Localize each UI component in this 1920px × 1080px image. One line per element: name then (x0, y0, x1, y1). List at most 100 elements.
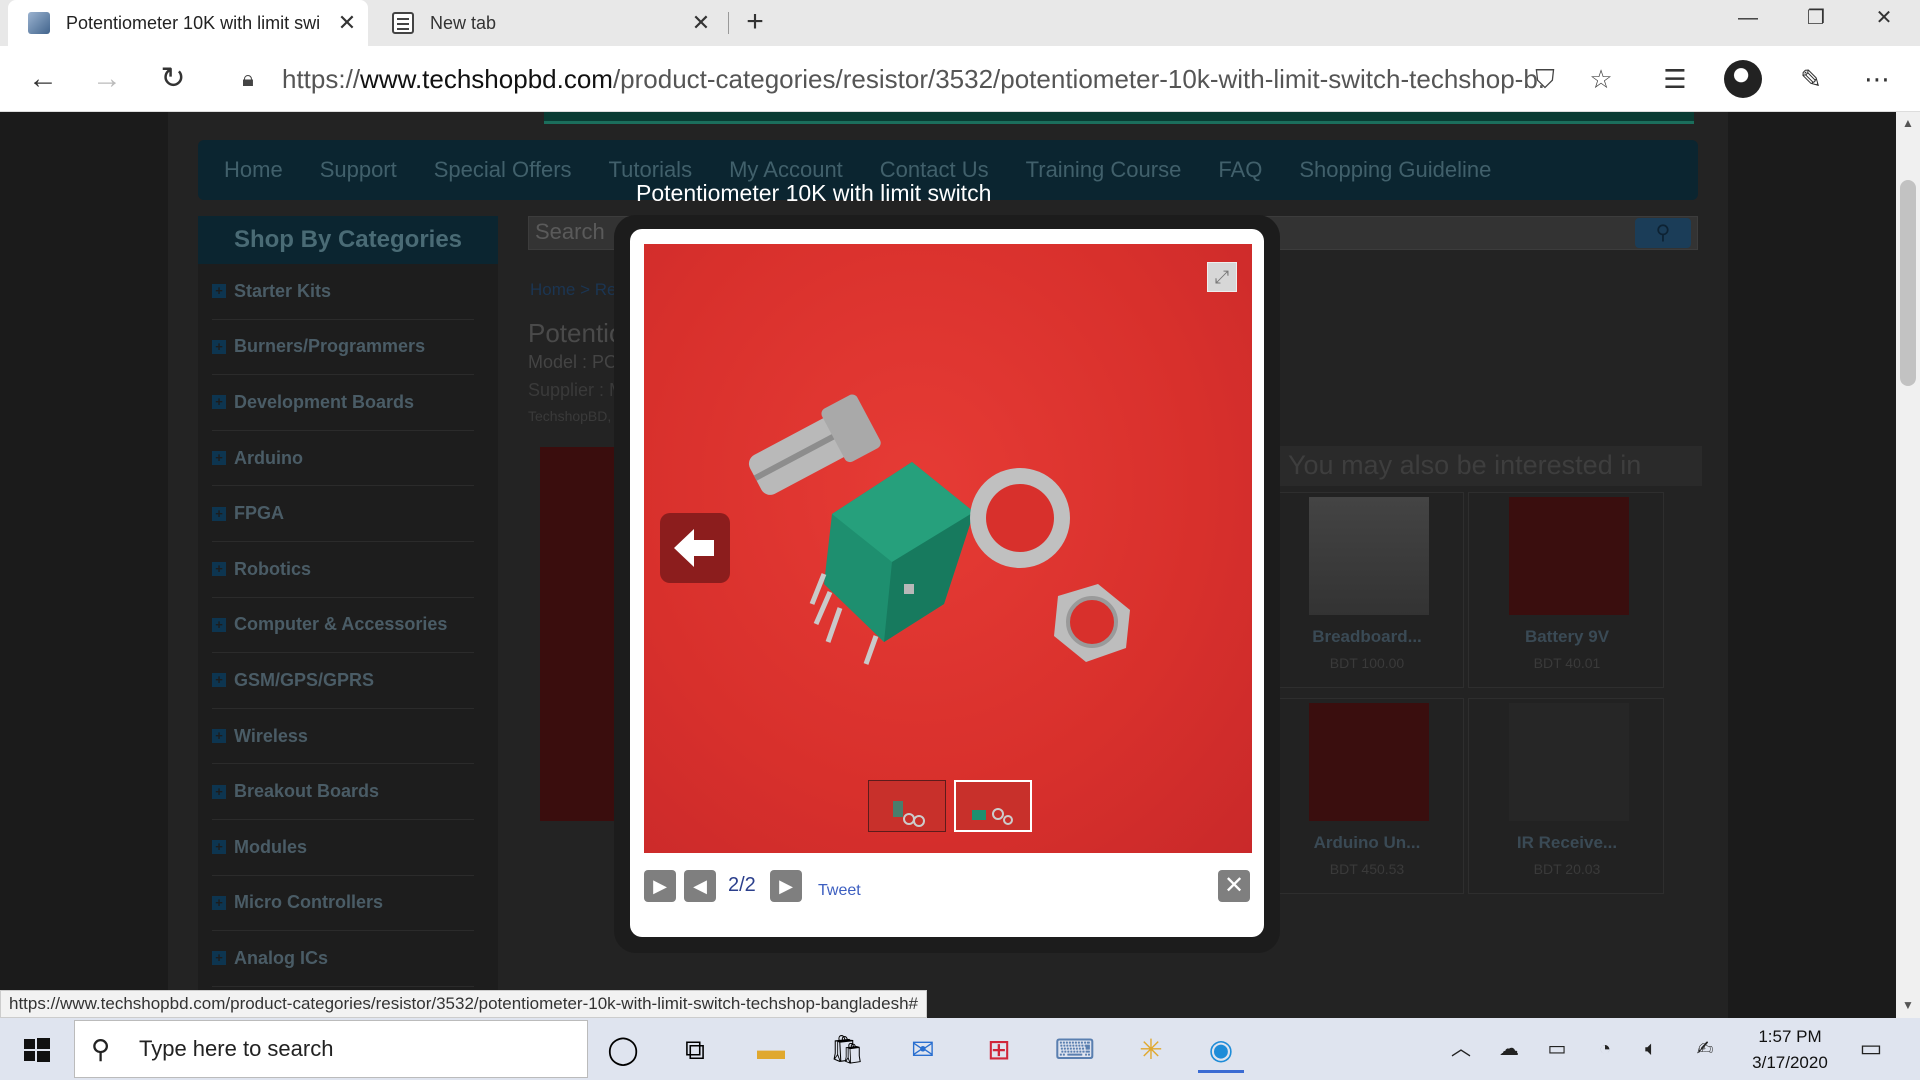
related-product-price: BDT 450.53 (1329, 861, 1405, 877)
related-product-card[interactable]: Breadboard... BDT 100.00 (1268, 492, 1464, 688)
file-explorer-icon[interactable]: ▬ (748, 1027, 794, 1073)
pot-tab (904, 584, 914, 594)
refresh-icon[interactable]: ↻ (150, 56, 196, 102)
new-tab-plus-icon[interactable]: + (738, 6, 772, 40)
tab-new-tab[interactable]: New tab ✕ (372, 0, 722, 46)
favorites-list-icon[interactable]: ☰ (1654, 58, 1696, 100)
category-item[interactable]: + Micro Controllers (212, 876, 474, 932)
window-close-icon[interactable]: ✕ (1854, 0, 1914, 36)
nav-faq[interactable]: FAQ (1218, 157, 1262, 183)
tab-title: Potentiometer 10K with limit swi (66, 12, 321, 33)
close-tab-icon[interactable]: ✕ (686, 10, 716, 36)
category-item[interactable]: + Starter Kits (212, 264, 474, 320)
notifications-icon[interactable]: ▭ (1856, 1034, 1886, 1064)
play-icon[interactable]: ▶ (644, 870, 676, 902)
pen-icon[interactable]: ✍ (1690, 1034, 1720, 1064)
lightbox-image[interactable] (644, 244, 1252, 853)
volume-icon[interactable]: 🔈︎ (1636, 1034, 1666, 1064)
thumbnail-2[interactable] (954, 780, 1032, 832)
taskbar-clock[interactable]: 1:57 PM 3/17/2020 (1740, 1024, 1840, 1076)
more-menu-icon[interactable]: ⋯ (1856, 58, 1898, 100)
related-product-card[interactable]: Battery 9V BDT 40.01 (1468, 492, 1664, 688)
breadcrumb[interactable]: Home > Res (530, 280, 625, 300)
address-bar[interactable]: 🔒︎ https://www.techshopbd.com/product-ca… (218, 55, 1632, 103)
taskbar-search-box[interactable]: ⚲ Type here to search (74, 1020, 588, 1078)
windows-start-icon[interactable] (14, 1032, 60, 1068)
task-view-icon[interactable]: ⧉ (672, 1027, 718, 1073)
category-item[interactable]: + Development Boards (212, 375, 474, 431)
image-counter: 2/2 (728, 874, 756, 896)
search-icon[interactable]: ⚲ (1635, 218, 1691, 248)
product-title: Potentio (528, 318, 624, 348)
mail-icon[interactable]: ✉ (900, 1027, 946, 1073)
category-item[interactable]: + Arduino (212, 431, 474, 487)
category-item[interactable]: + Computer & Accessories (212, 598, 474, 654)
store-icon[interactable]: 🛍︎ (824, 1027, 870, 1073)
thumbnail-1[interactable] (868, 780, 946, 832)
category-item[interactable]: + Wireless (212, 709, 474, 765)
scroll-up-icon[interactable]: ▲ (1896, 116, 1920, 130)
close-tab-icon[interactable]: ✕ (332, 10, 362, 36)
vertical-scrollbar[interactable]: ▲ ▼ (1896, 112, 1920, 1018)
arrow-shape (674, 529, 714, 567)
feedback-icon[interactable]: ✎ (1790, 58, 1832, 100)
nav-home[interactable]: Home (224, 157, 283, 183)
fullscreen-icon[interactable]: ⤢ (1207, 262, 1237, 292)
lock-icon[interactable]: 🔒︎ (236, 66, 260, 92)
lightbox-controls: ▶ ◀ 2/2 ▶ Tweet ✕ (644, 870, 1252, 906)
product-supplier: Supplier : M (528, 380, 625, 400)
category-item[interactable]: + Burners/Programmers (212, 320, 474, 376)
nav-training-course[interactable]: Training Course (1026, 157, 1182, 183)
battery-icon[interactable]: ▭ (1542, 1034, 1572, 1064)
tab-potentiometer[interactable]: Potentiometer 10K with limit swi ✕ (8, 0, 368, 46)
show-hidden-icons-chevron-icon[interactable]: ︿ (1446, 1034, 1476, 1064)
next-small-icon[interactable]: ▶ (770, 870, 802, 902)
expand-plus-icon: + (212, 895, 226, 910)
expand-plus-icon: + (212, 506, 226, 521)
thumb-pot (972, 810, 986, 820)
minimize-icon[interactable]: — (1718, 0, 1778, 36)
nav-shopping-guideline[interactable]: Shopping Guideline (1299, 157, 1491, 183)
back-arrow-icon[interactable]: ← (20, 56, 66, 102)
prev-image-arrow[interactable] (660, 513, 730, 583)
category-item[interactable]: + Breakout Boards (212, 764, 474, 820)
category-label: Wireless (234, 725, 308, 746)
laptop-app-icon[interactable]: ⌨ (1052, 1027, 1098, 1073)
thumb-nut (1003, 815, 1013, 825)
category-label: Development Boards (234, 391, 415, 412)
category-item[interactable]: + Robotics (212, 542, 474, 598)
pin (825, 607, 843, 643)
related-product-card[interactable]: Arduino Un... BDT 450.53 (1268, 698, 1464, 894)
scroll-down-icon[interactable]: ▼ (1896, 998, 1920, 1012)
tracking-prevention-icon[interactable]: ⛉ (1528, 62, 1562, 96)
prev-small-icon[interactable]: ◀ (684, 870, 716, 902)
gift-app-icon[interactable]: ⊞ (976, 1027, 1022, 1073)
pin (813, 590, 833, 626)
wifi-icon[interactable]: ◔ (1590, 1034, 1620, 1064)
category-item[interactable]: + GSM/GPS/GPRS (212, 653, 474, 709)
cortana-icon[interactable]: ◯ (600, 1027, 646, 1073)
windows-logo (24, 1038, 50, 1062)
nav-special-offers[interactable]: Special Offers (434, 157, 572, 183)
forward-arrow-icon[interactable]: → (84, 56, 130, 102)
category-label: Robotics (234, 558, 312, 579)
restore-icon[interactable]: ❐ (1786, 0, 1846, 36)
related-title: You may also be interested in (1288, 450, 1642, 480)
lightbox-close-icon[interactable]: ✕ (1218, 870, 1250, 902)
search-icon: ⚲ (91, 1033, 111, 1064)
category-item[interactable]: + Analog ICs (212, 931, 474, 987)
tweet-link[interactable]: Tweet (818, 882, 861, 900)
category-label: Burners/Programmers (234, 336, 426, 357)
tools-app-icon[interactable]: ✳ (1128, 1027, 1174, 1073)
category-item[interactable]: + FPGA (212, 486, 474, 542)
onedrive-cloud-icon[interactable]: ☁ (1494, 1034, 1524, 1064)
scroll-thumb[interactable] (1900, 180, 1916, 386)
favorite-star-icon[interactable]: ☆ (1584, 62, 1618, 96)
nav-support[interactable]: Support (320, 157, 397, 183)
related-product-card[interactable]: IR Receive... BDT 20.03 (1468, 698, 1664, 894)
related-product-price: BDT 20.03 (1533, 861, 1601, 877)
edge-browser-icon[interactable]: ◉ (1198, 1027, 1244, 1073)
profile-avatar[interactable] (1724, 60, 1762, 98)
category-item[interactable]: + Modules (212, 820, 474, 876)
category-label: Arduino (234, 447, 303, 468)
